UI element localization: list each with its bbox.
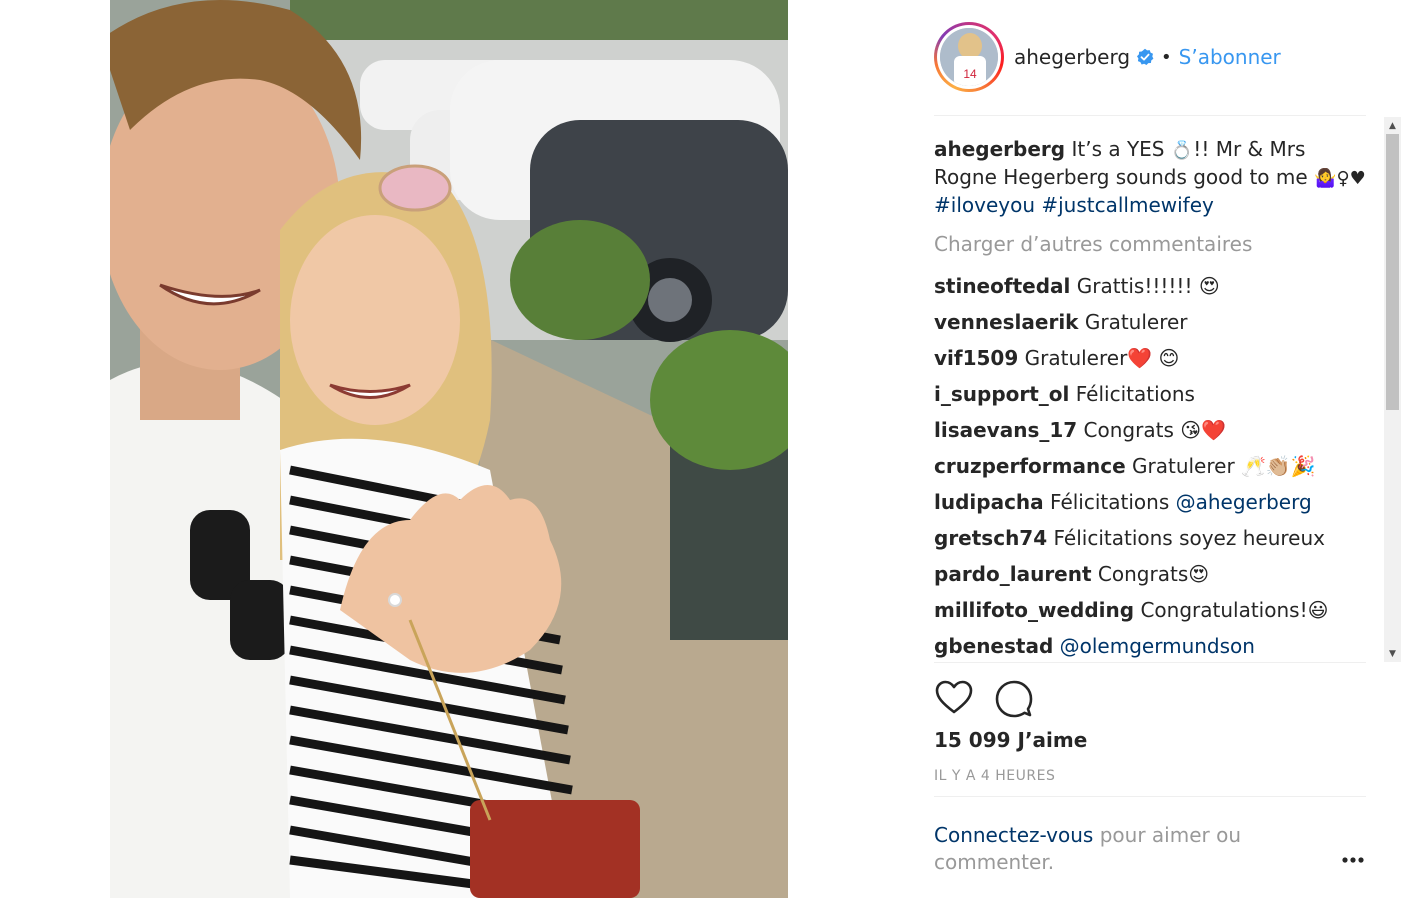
more-options-icon[interactable]: [1342, 852, 1364, 868]
ring-emoji: 💍: [1170, 140, 1194, 161]
avatar-jersey-number: 14: [963, 67, 977, 81]
login-link[interactable]: Connectez-vous: [934, 823, 1093, 847]
comment-row: stineoftedal Grattis!!!!!! 😍: [934, 268, 1374, 304]
comment-text: Congrats 😘❤️: [1083, 418, 1226, 442]
avatar-border: 14: [937, 25, 1001, 89]
comment-text: Grattis!!!!!! 😍: [1076, 274, 1220, 298]
verified-badge-icon: [1136, 48, 1154, 66]
comment-username[interactable]: millifoto_wedding: [934, 598, 1134, 622]
post-photo[interactable]: [110, 0, 788, 898]
comment-username[interactable]: cruzperformance: [934, 454, 1126, 478]
comment-text: Félicitations: [1075, 382, 1195, 406]
avatar-photo: 14: [940, 28, 998, 86]
footer-divider: [934, 796, 1366, 797]
comment-username[interactable]: gretsch74: [934, 526, 1047, 550]
login-prompt: Connectez-vous pour aimer ou commenter.: [934, 822, 1314, 876]
comments-scrollbar[interactable]: ▲ ▼: [1384, 117, 1401, 662]
comment-row: pardo_laurent Congrats😍: [934, 556, 1374, 592]
comment-text: Gratulerer: [1084, 310, 1188, 334]
post-username[interactable]: ahegerberg: [1014, 45, 1130, 69]
comment-row: cruzperformance Gratulerer 🥂👏🏼🎉: [934, 448, 1374, 484]
heart-icon[interactable]: [934, 678, 974, 718]
caption-username[interactable]: ahegerberg: [934, 137, 1065, 161]
comments-list[interactable]: ahegerberg It’s a YES 💍!! Mr & Mrs Rogne…: [934, 132, 1374, 660]
comment-username[interactable]: vif1509: [934, 346, 1018, 370]
comment-text: Congrats😍: [1097, 562, 1210, 586]
comment-text: Congratulations!😃: [1140, 598, 1329, 622]
post-actions: [934, 678, 1054, 718]
comment-mention[interactable]: @olemgermundson: [1060, 634, 1255, 658]
separator-dot: •: [1161, 46, 1172, 68]
post-timestamp[interactable]: IL Y A 4 HEURES: [934, 768, 1055, 784]
hashtag-justcallmewifey[interactable]: #justcallmewifey: [1041, 193, 1214, 217]
comment-text: Gratulerer 🥂👏🏼🎉: [1132, 454, 1316, 478]
comment-mention[interactable]: @ahegerberg: [1176, 490, 1312, 514]
story-ring[interactable]: 14: [934, 22, 1004, 92]
comment-bubble-icon[interactable]: [994, 678, 1034, 718]
scrollbar-thumb[interactable]: [1386, 134, 1399, 410]
post-header: 14 ahegerberg • S’abonner: [934, 22, 1366, 92]
comment-row: millifoto_wedding Congratulations!😃: [934, 592, 1374, 628]
load-more-comments-button[interactable]: Charger d’autres commentaires: [934, 231, 1374, 258]
comment-text: Félicitations: [1050, 490, 1176, 514]
comment-username[interactable]: venneslaerik: [934, 310, 1078, 334]
comment-text: Félicitations soyez heureux: [1053, 526, 1325, 550]
comment-text: Gratulerer❤️ 😊: [1024, 346, 1180, 370]
comment-username[interactable]: gbenestad: [934, 634, 1053, 658]
comment-username[interactable]: i_support_ol: [934, 382, 1069, 406]
caption-emoji: 🤷‍♀️♀♥: [1314, 168, 1366, 189]
engagement-photo-illustration: [110, 0, 788, 898]
comment-row: i_support_ol Félicitations: [934, 376, 1374, 412]
comment-row: ludipacha Félicitations @ahegerberg: [934, 484, 1374, 520]
comment-row: gretsch74 Félicitations soyez heureux: [934, 520, 1374, 556]
post-caption: ahegerberg It’s a YES 💍!! Mr & Mrs Rogne…: [934, 136, 1374, 219]
comment-row: lisaevans_17 Congrats 😘❤️: [934, 412, 1374, 448]
comment-username[interactable]: stineoftedal: [934, 274, 1070, 298]
avatar[interactable]: 14: [940, 28, 998, 86]
comments-divider: [934, 662, 1366, 663]
hashtag-iloveyou[interactable]: #iloveyou: [934, 193, 1035, 217]
comment-username[interactable]: lisaevans_17: [934, 418, 1077, 442]
comment-row: vif1509 Gratulerer❤️ 😊: [934, 340, 1374, 376]
scroll-up-arrow-icon[interactable]: ▲: [1384, 117, 1401, 134]
comment-row: gbenestad @olemgermundson: [934, 628, 1374, 660]
header-divider: [934, 115, 1366, 116]
caption-text-1: It’s a YES: [1071, 137, 1171, 161]
follow-button[interactable]: S’abonner: [1179, 45, 1281, 69]
comment-username[interactable]: pardo_laurent: [934, 562, 1092, 586]
comment-username[interactable]: ludipacha: [934, 490, 1044, 514]
scroll-down-arrow-icon[interactable]: ▼: [1384, 645, 1401, 662]
likes-count[interactable]: 15 099 J’aime: [934, 728, 1087, 752]
comment-row: venneslaerik Gratulerer: [934, 304, 1374, 340]
